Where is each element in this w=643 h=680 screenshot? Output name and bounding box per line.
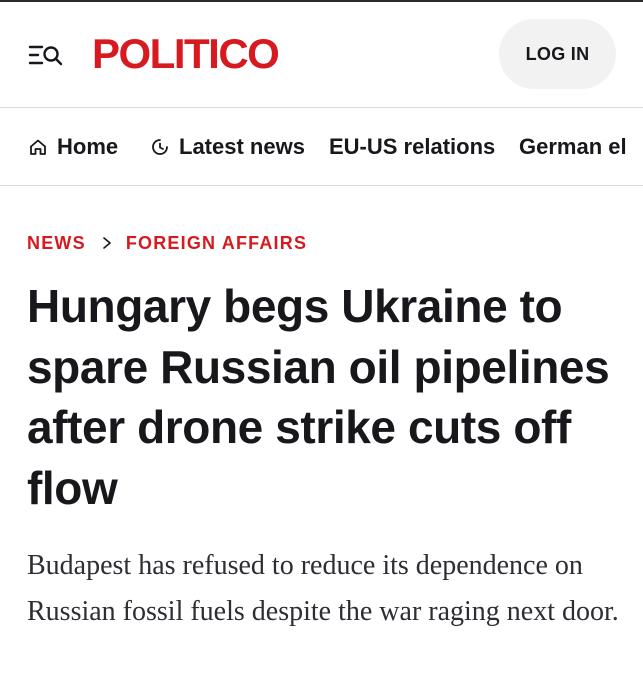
nav-item-label: EU-US relations: [329, 134, 496, 159]
login-button[interactable]: LOG IN: [499, 19, 616, 89]
menu-search-icon[interactable]: [28, 42, 66, 68]
nav-item-eu-us-relations[interactable]: EU-US relations: [329, 133, 495, 161]
breadcrumb-news[interactable]: NEWS: [27, 233, 86, 254]
article-dek: Budapest has refused to reduce its depen…: [27, 550, 619, 627]
nav-item-home[interactable]: Home: [28, 133, 118, 161]
section-nav: Home Latest news EU-US relations German …: [0, 109, 643, 186]
home-icon: [30, 139, 46, 155]
nav-item-label: Home: [57, 134, 119, 159]
nav-item-latest-news[interactable]: Latest news: [150, 133, 305, 161]
politico-logo[interactable]: POLITICO: [92, 29, 280, 79]
nav-item-label: Latest news: [179, 134, 305, 159]
clock-icon: [152, 139, 168, 155]
nav-item-german-election[interactable]: German el: [519, 133, 627, 161]
breadcrumb-foreign-affairs[interactable]: FOREIGN AFFAIRS: [126, 233, 307, 254]
nav-item-label: German el: [519, 134, 627, 159]
article-headline: Hungary begs Ukraine to spare Russian oi…: [27, 280, 610, 514]
site-header: POLITICO LOG IN: [0, 2, 643, 108]
breadcrumb: NEWS FOREIGN AFFAIRS: [27, 232, 307, 254]
chevron-right-icon: [102, 236, 112, 250]
